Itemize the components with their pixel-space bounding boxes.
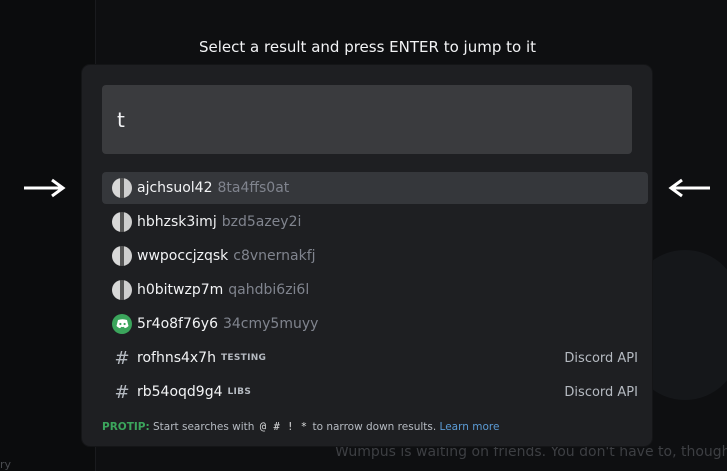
result-category-tag: LIBS xyxy=(227,387,252,397)
protip-symbol: @ xyxy=(259,421,267,433)
user-avatar-icon xyxy=(112,280,132,300)
learn-more-link[interactable]: Learn more xyxy=(440,421,500,433)
protip-symbol: # xyxy=(273,421,280,433)
quick-switcher-search-input[interactable] xyxy=(102,85,632,154)
hash-icon: # xyxy=(114,347,130,369)
protip-text: Start searches with xyxy=(153,421,255,433)
background-sidebar-text: ry xyxy=(0,458,12,471)
result-item[interactable]: 5r4o8f76y6 34cmy5muyy xyxy=(102,308,648,340)
result-name: hbhzsk3imj xyxy=(137,214,217,230)
quick-switcher-modal: ajchsuol42 8ta4ffs0at hbhzsk3imj bzd5aze… xyxy=(82,65,652,446)
result-name: 5r4o8f76y6 xyxy=(137,316,218,332)
quick-switcher-hint: Select a result and press ENTER to jump … xyxy=(199,38,536,56)
background-empty-state-text: Wumpus is waiting on friends. You don't … xyxy=(335,444,727,460)
user-avatar-icon xyxy=(112,246,132,266)
results-list: ajchsuol42 8ta4ffs0at hbhzsk3imj bzd5aze… xyxy=(102,172,648,410)
result-username: bzd5azey2i xyxy=(221,214,302,230)
protip-text: to narrow down results. xyxy=(312,421,437,433)
result-username: qahdbi6zi6l xyxy=(228,282,310,298)
result-item[interactable]: ajchsuol42 8ta4ffs0at xyxy=(102,172,648,204)
protip-label: PROTIP: xyxy=(102,421,150,433)
result-item[interactable]: wwpoccjzqsk c8vnernakfj xyxy=(102,240,648,272)
arrow-right-icon xyxy=(24,178,66,198)
result-username: 8ta4ffs0at xyxy=(217,180,290,196)
protip: PROTIP: Start searches with @ # ! * to n… xyxy=(102,421,499,433)
result-username: c8vnernakfj xyxy=(233,248,316,264)
hash-icon: # xyxy=(114,381,130,403)
result-category-tag: TESTING xyxy=(220,353,267,363)
result-name: rb54oqd9g4 xyxy=(137,384,223,400)
arrow-left-icon xyxy=(668,178,710,198)
result-item[interactable]: hbhzsk3imj bzd5azey2i xyxy=(102,206,648,238)
discord-logo-icon xyxy=(112,314,132,334)
result-item[interactable]: # rb54oqd9g4 LIBS Discord API xyxy=(102,376,648,408)
user-avatar-icon xyxy=(112,212,132,232)
result-name: rofhns4x7h xyxy=(137,350,216,366)
protip-symbol: * xyxy=(300,421,308,433)
result-name: h0bitwzp7m xyxy=(137,282,224,298)
result-name: wwpoccjzqsk xyxy=(137,248,229,264)
result-server-name: Discord API xyxy=(564,350,638,366)
result-server-name: Discord API xyxy=(564,384,638,400)
result-item[interactable]: h0bitwzp7m qahdbi6zi6l xyxy=(102,274,648,306)
user-avatar-icon xyxy=(112,178,132,198)
result-item[interactable]: # rofhns4x7h TESTING Discord API xyxy=(102,342,648,374)
result-name: ajchsuol42 xyxy=(137,180,213,196)
protip-symbol: ! xyxy=(287,421,294,433)
result-username: 34cmy5muyy xyxy=(222,316,319,332)
